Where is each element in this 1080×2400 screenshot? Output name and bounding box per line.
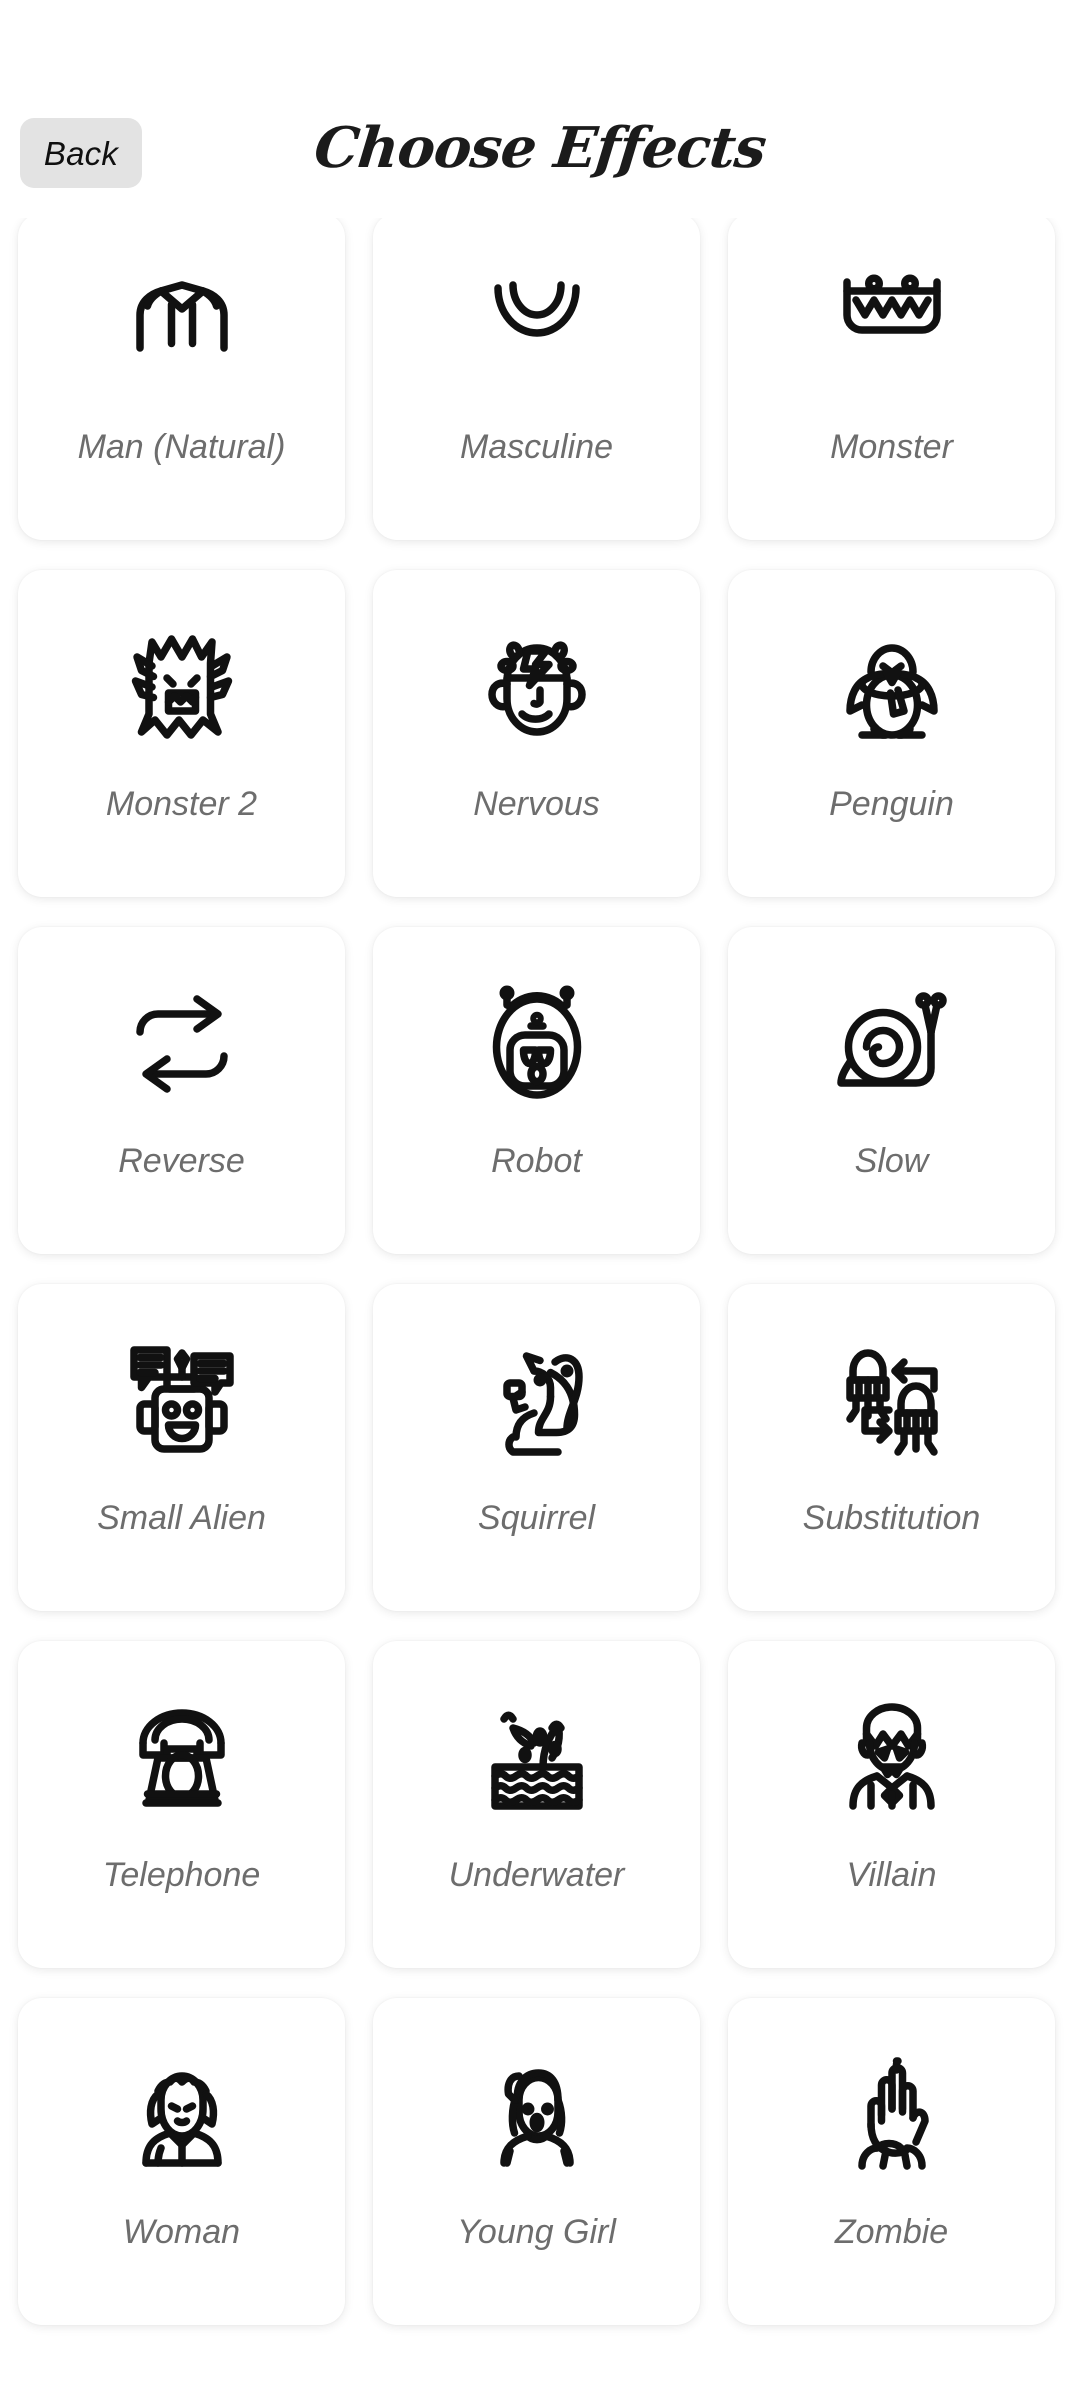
- app-header: Back Choose Effects: [0, 0, 1080, 218]
- effects-grid: Man (Natural) Masculine Monster Monster …: [0, 0, 1080, 2400]
- reverse-icon: [107, 969, 257, 1119]
- villain-icon: [817, 1683, 967, 1833]
- monster2-icon: [107, 612, 257, 762]
- effect-card[interactable]: Penguin: [728, 570, 1055, 897]
- effect-card-label: Zombie: [834, 2213, 949, 2251]
- effect-card[interactable]: Monster: [728, 213, 1055, 540]
- effect-card-label: Squirrel: [477, 1499, 596, 1537]
- page-title: Choose Effects: [311, 115, 769, 181]
- effect-card[interactable]: Robot: [373, 927, 700, 1254]
- effect-card-label: Small Alien: [97, 1499, 266, 1537]
- young-girl-icon: [462, 2040, 612, 2190]
- effect-card[interactable]: Substitution: [728, 1284, 1055, 1611]
- effect-card-label: Underwater: [448, 1856, 625, 1894]
- effect-card[interactable]: Nervous: [373, 570, 700, 897]
- underwater-icon: [462, 1683, 612, 1833]
- effect-card-label: Penguin: [829, 785, 954, 823]
- robot-icon: [462, 969, 612, 1119]
- effect-card[interactable]: Squirrel: [373, 1284, 700, 1611]
- substitution-icon: [817, 1326, 967, 1476]
- effect-card[interactable]: Young Girl: [373, 1998, 700, 2325]
- effect-card[interactable]: Small Alien: [18, 1284, 345, 1611]
- effect-card-label: Woman: [122, 2213, 241, 2251]
- effect-card[interactable]: Underwater: [373, 1641, 700, 1968]
- effect-card-label: Young Girl: [457, 2213, 616, 2251]
- effect-card[interactable]: Telephone: [18, 1641, 345, 1968]
- effect-card[interactable]: Villain: [728, 1641, 1055, 1968]
- effect-card-label: Robot: [491, 1142, 582, 1180]
- monster-icon: [817, 255, 967, 405]
- effect-card-label: Villain: [846, 1856, 937, 1894]
- effect-card[interactable]: Woman: [18, 1998, 345, 2325]
- masculine-icon: [462, 255, 612, 405]
- effect-card[interactable]: Zombie: [728, 1998, 1055, 2325]
- effect-card-label: Masculine: [459, 428, 614, 466]
- snail-icon: [817, 969, 967, 1119]
- woman-icon: [107, 2040, 257, 2190]
- effect-card[interactable]: Monster 2: [18, 570, 345, 897]
- effect-card-label: Reverse: [118, 1142, 245, 1180]
- effect-card-label: Substitution: [802, 1499, 981, 1537]
- effect-card-label: Telephone: [102, 1856, 261, 1894]
- effect-card[interactable]: Reverse: [18, 927, 345, 1254]
- small-alien-icon: [107, 1326, 257, 1476]
- effect-card-label: Monster: [830, 428, 953, 466]
- effect-card-label: Slow: [854, 1142, 929, 1180]
- man-natural-icon: [107, 255, 257, 405]
- zombie-icon: [817, 2040, 967, 2190]
- effect-card[interactable]: Masculine: [373, 213, 700, 540]
- nervous-icon: [462, 612, 612, 762]
- penguin-icon: [817, 612, 967, 762]
- effect-card-label: Man (Natural): [77, 428, 286, 466]
- squirrel-icon: [462, 1326, 612, 1476]
- effect-card-label: Nervous: [473, 785, 600, 823]
- effect-card[interactable]: Man (Natural): [18, 213, 345, 540]
- telephone-icon: [107, 1683, 257, 1833]
- effect-card[interactable]: Slow: [728, 927, 1055, 1254]
- effects-screen: Man (Natural) Masculine Monster Monster …: [0, 0, 1080, 2400]
- effect-card-label: Monster 2: [105, 785, 258, 823]
